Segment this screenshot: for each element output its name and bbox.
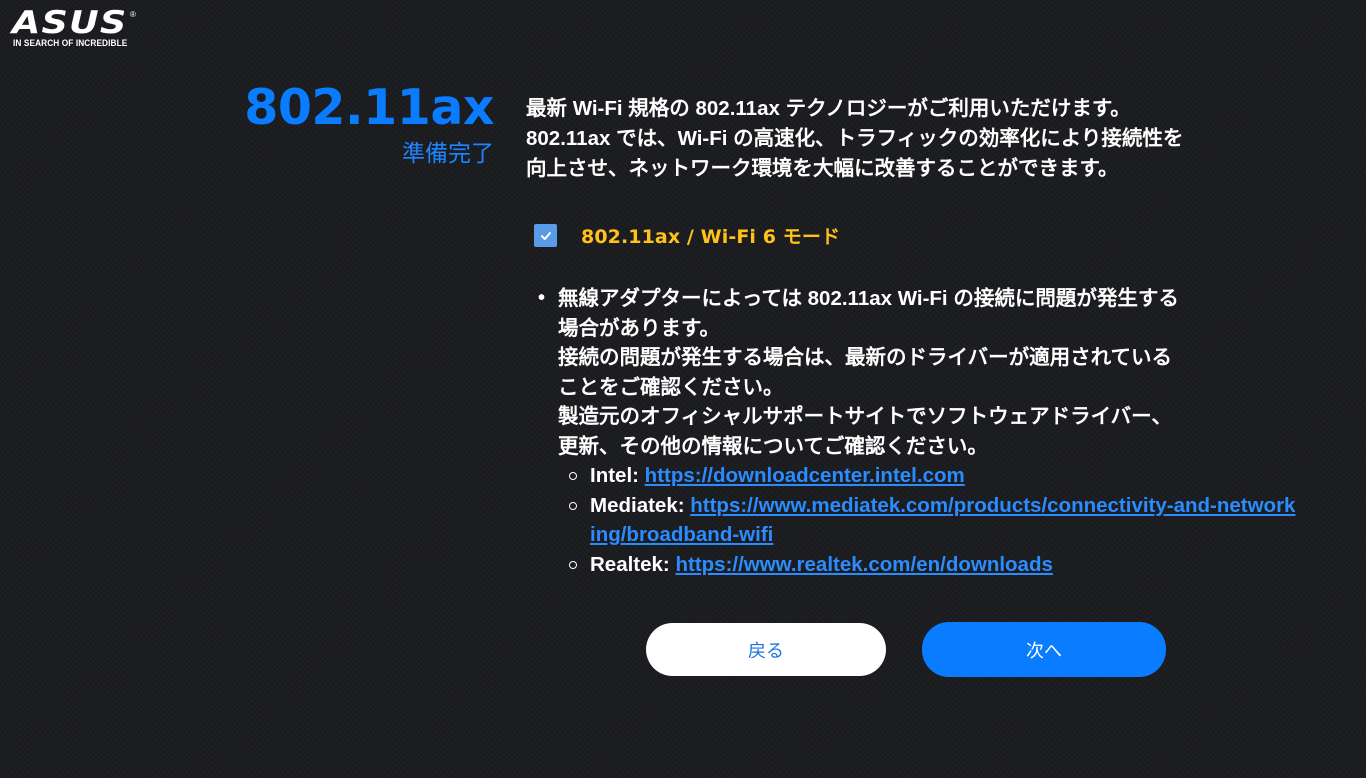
back-button[interactable]: 戻る [646,623,886,676]
note-line: 場合があります。 [558,316,720,340]
note-line: ことをご確認ください。 [558,375,784,399]
vendor-item-mediatek: Mediatek: https://www.mediatek.com/produ… [558,491,1296,550]
mediatek-link-text[interactable]: https://www.mediatek.com/products/connec… [590,494,1295,547]
compatibility-notes: • 無線アダプターによっては 802.11ax Wi-Fi の接続に問題が発生す… [536,284,1296,579]
asus-logo: ASUS ® IN SEARCH OF INCREDIBLE [12,8,136,50]
note-line: 更新、その他の情報についてご確認ください。 [558,434,988,458]
check-icon [540,231,551,240]
vendor-name: Realtek: [590,552,676,576]
circle-bullet-icon [569,560,577,569]
logo-registered-mark: ® [130,10,136,19]
description-line: 向上させ、ネットワーク環境を大幅に改善することができます。 [526,157,1119,180]
intel-download-link[interactable]: https://downloadcenter.intel.com [645,464,965,487]
feature-description: 最新 Wi-Fi 規格の 802.11ax テクノロジーがご利用いただけます。 … [526,94,1306,184]
logo-wordmark: ASUS [12,5,128,41]
realtek-download-link[interactable]: https://www.realtek.com/en/downloads [675,553,1052,576]
note-line: 製造元のオフィシャルサポートサイトでソフトウェアドライバー、 [558,405,1172,428]
vendor-item-intel: Intel: https://downloadcenter.intel.com [558,461,1296,491]
step-header: 802.11ax 準備完了 [200,80,494,168]
description-line: 最新 Wi-Fi 規格の 802.11ax テクノロジーがご利用いただけます。 [526,97,1131,120]
circle-bullet-icon [569,501,577,510]
bullet-icon: • [538,287,546,309]
mediatek-download-link[interactable]: https://www.mediatek.com/products/connec… [590,494,1295,547]
vendor-name: Mediatek: [590,493,691,517]
note-line: 無線アダプターによっては 802.11ax Wi-Fi の接続に問題が発生する [558,287,1179,310]
wifi6-mode-option[interactable]: 802.11ax / Wi-Fi 6 モード [534,222,840,249]
note-line: 接続の問題が発生する場合は、最新のドライバーが適用されている [558,346,1172,369]
next-button[interactable]: 次へ [922,622,1166,677]
vendor-name: Intel: [590,464,645,487]
description-line: 802.11ax では、Wi-Fi の高速化、トラフィックの効率化により接続性を [526,127,1184,150]
vendor-item-realtek: Realtek: https://www.realtek.com/en/down… [558,550,1296,580]
page-subtitle: 準備完了 [402,140,494,166]
list-item: • 無線アダプターによっては 802.11ax Wi-Fi の接続に問題が発生す… [536,284,1296,579]
page-title: 802.11ax [244,79,494,136]
logo-tagline: IN SEARCH OF INCREDIBLE [13,38,128,48]
wifi6-mode-label[interactable]: 802.11ax / Wi-Fi 6 モード [581,222,840,249]
wifi6-mode-checkbox[interactable] [534,224,557,247]
vendor-links: Intel: https://downloadcenter.intel.com … [558,461,1296,579]
circle-bullet-icon [569,472,577,480]
